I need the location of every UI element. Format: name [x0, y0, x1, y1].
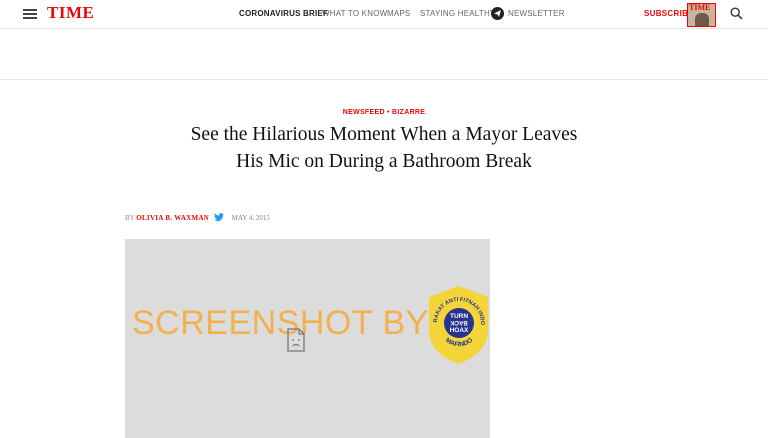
badge-word-hoax: HOAX [450, 327, 469, 334]
cover-figure [695, 13, 709, 26]
nav-newsletter[interactable]: NEWSLETTER [508, 9, 565, 18]
article-kicker[interactable]: NEWSFEED • BIZARRE [0, 109, 768, 116]
mafindo-badge: MASYARAKAT ANTI FITNAH INDONESIA MAFINDO… [427, 285, 488, 364]
byline-prefix: BY [125, 214, 135, 222]
advertisement-slot [0, 29, 768, 80]
publish-date: MAY 4, 2015 [231, 214, 270, 222]
nav-staying-healthy[interactable]: STAYING HEALTHY [420, 9, 495, 18]
nav-what-to-know[interactable]: WHAT TO KNOW [322, 9, 387, 18]
headline-line-2: His Mic on During a Bathroom Break [236, 151, 532, 172]
time-logo[interactable]: TIME [47, 3, 94, 23]
byline: BY OLIVIA B. WAXMAN MAY 4, 2015 [125, 213, 270, 222]
badge-word-turn: TURN [450, 313, 468, 320]
search-icon[interactable] [730, 7, 743, 20]
watermark-text: SCREENSHOT BY [132, 304, 429, 342]
author-link[interactable]: OLIVIA B. WAXMAN [136, 214, 209, 222]
magazine-cover-thumbnail[interactable]: TIME [687, 3, 716, 27]
article-headline: See the Hilarious Moment When a Mayor Le… [120, 121, 648, 175]
nav-coronavirus-brief[interactable]: CORONAVIRUS BRIEF [239, 9, 328, 18]
nav-maps[interactable]: MAPS [387, 9, 410, 18]
twitter-icon[interactable] [213, 213, 224, 221]
hamburger-menu-icon[interactable] [23, 9, 37, 19]
article-media-frame[interactable]: SCREENSHOT BY MASYARAKAT ANTI FITNAH IND… [125, 239, 490, 438]
cover-title: TIME [689, 3, 711, 12]
broken-document-icon [287, 328, 305, 352]
badge-word-back: BACK [450, 319, 468, 325]
headline-line-1: See the Hilarious Moment When a Mayor Le… [190, 124, 578, 145]
newsletter-icon[interactable] [491, 7, 504, 20]
top-navigation-bar: TIME CORONAVIRUS BRIEF WHAT TO KNOW MAPS… [0, 0, 768, 29]
